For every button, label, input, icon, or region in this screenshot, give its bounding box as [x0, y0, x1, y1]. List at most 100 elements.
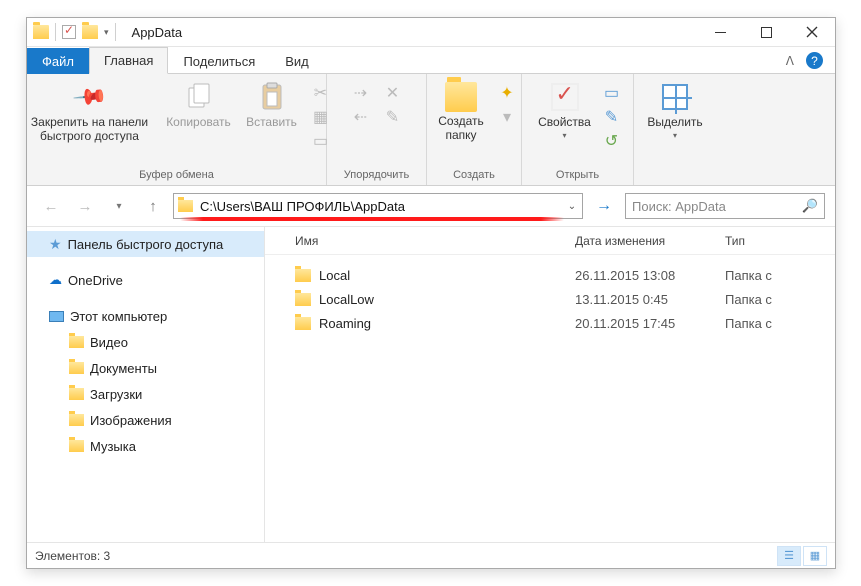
sidebar-downloads-label: Загрузки [90, 387, 142, 402]
delete-button[interactable]: ✕ [380, 82, 406, 104]
sidebar-documents-label: Документы [90, 361, 157, 376]
cloud-icon: ☁ [49, 272, 62, 288]
file-name: Local [319, 268, 350, 283]
copy-icon [183, 81, 215, 113]
nav-back-button[interactable]: ← [37, 193, 65, 219]
view-details-button[interactable]: ☰ [777, 546, 801, 566]
computer-icon [49, 311, 64, 322]
file-date: 26.11.2015 13:08 [575, 268, 725, 283]
group-clipboard-label: Буфер обмена [139, 167, 214, 185]
nav-recent-dropdown[interactable]: ▾ [105, 193, 133, 219]
column-type[interactable]: Тип [725, 234, 835, 248]
new-folder-button[interactable]: Создать папку [428, 78, 494, 143]
sidebar-item-music[interactable]: Музыка [27, 433, 264, 459]
explorer-window: ▾ AppData Файл Главная Поделиться Вид ᐱ … [26, 17, 836, 569]
column-date[interactable]: Дата изменения [575, 234, 725, 248]
quick-access-dropdown-icon[interactable]: ▾ [104, 27, 109, 38]
minimize-button[interactable] [697, 18, 743, 47]
open-button[interactable]: ▭ [599, 82, 625, 104]
sidebar-item-quick-access[interactable]: ★ Панель быстрого доступа [27, 231, 264, 257]
group-organize-label: Упорядочить [344, 167, 409, 185]
new-folder-label: Создать папку [428, 115, 494, 143]
navigation-pane[interactable]: ★ Панель быстрого доступа ☁ OneDrive Это… [27, 227, 265, 542]
search-placeholder: Поиск: AppData [632, 199, 726, 214]
file-row[interactable]: Local 26.11.2015 13:08Папка с [265, 263, 835, 287]
paste-label: Вставить [246, 115, 297, 129]
sidebar-quick-label: Панель быстрого доступа [68, 237, 224, 252]
quick-access-check-icon[interactable] [62, 25, 76, 39]
pin-to-quick-access-button[interactable]: 📌 Закрепить на панели быстрого доступа [20, 78, 160, 144]
folder-icon [69, 388, 84, 400]
sidebar-item-onedrive[interactable]: ☁ OneDrive [27, 267, 264, 293]
file-row[interactable]: Roaming20.11.2015 17:45Папка с [265, 311, 835, 335]
help-icon[interactable]: ? [806, 52, 823, 69]
file-list[interactable]: Имя Дата изменения Тип Local 26.11.2015 1… [265, 227, 835, 542]
select-button[interactable]: Выделить ▾ [639, 78, 711, 140]
properties-button[interactable]: Свойства ▾ [531, 78, 599, 140]
paste-button[interactable]: Вставить [238, 78, 306, 129]
address-bar[interactable]: C:\Users\ВАШ ПРОФИЛЬ\AppData ⌄ [173, 193, 583, 219]
file-row[interactable]: LocalLow13.11.2015 0:45Папка с [265, 287, 835, 311]
maximize-icon [761, 27, 772, 38]
sidebar-item-video[interactable]: Видео [27, 329, 264, 355]
column-name[interactable]: Имя [265, 234, 575, 248]
tab-view[interactable]: Вид [270, 48, 324, 74]
maximize-button[interactable] [743, 18, 789, 47]
group-new-label: Создать [453, 167, 495, 185]
close-button[interactable] [789, 18, 835, 47]
select-icon [659, 81, 691, 113]
sidebar-thispc-label: Этот компьютер [70, 309, 167, 324]
ribbon: 📌 Закрепить на панели быстрого доступа К… [27, 74, 835, 186]
copy-to-button[interactable]: ⇠ [348, 106, 374, 128]
file-name: Roaming [319, 316, 371, 331]
nav-forward-button[interactable]: → [71, 193, 99, 219]
go-button[interactable]: → [589, 193, 619, 219]
folder-icon [69, 414, 84, 426]
sidebar-music-label: Музыка [90, 439, 136, 454]
minimize-icon [715, 27, 726, 38]
properties-icon [549, 81, 581, 113]
sidebar-item-pictures[interactable]: Изображения [27, 407, 264, 433]
ribbon-tabs: Файл Главная Поделиться Вид ᐱ ? [27, 47, 835, 74]
sidebar-item-documents[interactable]: Документы [27, 355, 264, 381]
folder-icon [295, 317, 311, 330]
content-area: ★ Панель быстрого доступа ☁ OneDrive Это… [27, 226, 835, 542]
copy-label: Копировать [166, 115, 231, 129]
file-type: Папка с [725, 268, 835, 283]
sidebar-item-this-pc[interactable]: Этот компьютер [27, 303, 264, 329]
window-title: AppData [132, 25, 183, 40]
file-date: 13.11.2015 0:45 [575, 292, 725, 307]
pin-icon: 📌 [67, 74, 112, 119]
properties-label: Свойства [538, 115, 591, 129]
easy-access-button[interactable]: ▾ [494, 106, 520, 128]
move-to-button[interactable]: ⇢ [348, 82, 374, 104]
folder-icon [295, 269, 311, 282]
edit-button[interactable]: ✎ [599, 106, 625, 128]
new-item-button[interactable]: ✦ [494, 82, 520, 104]
address-folder-icon [174, 200, 196, 212]
sidebar-pictures-label: Изображения [90, 413, 172, 428]
star-icon: ★ [49, 236, 62, 253]
sidebar-onedrive-label: OneDrive [68, 273, 123, 288]
rename-button[interactable]: ✎ [380, 106, 406, 128]
folder-icon [69, 440, 84, 452]
nav-up-button[interactable]: ↑ [139, 193, 167, 219]
history-button[interactable]: ↺ [599, 130, 625, 152]
annotation-underline [180, 217, 564, 221]
sidebar-item-downloads[interactable]: Загрузки [27, 381, 264, 407]
group-open-label: Открыть [556, 167, 599, 185]
collapse-ribbon-icon[interactable]: ᐱ [786, 54, 794, 68]
address-dropdown-icon[interactable]: ⌄ [562, 201, 582, 212]
copy-button[interactable]: Копировать [160, 78, 238, 129]
folder-icon [69, 336, 84, 348]
column-headers[interactable]: Имя Дата изменения Тип [265, 227, 835, 255]
tab-home[interactable]: Главная [89, 47, 168, 74]
search-input[interactable]: Поиск: AppData 🔍 [625, 193, 825, 219]
tab-file[interactable]: Файл [27, 48, 89, 74]
title-bar: ▾ AppData [27, 18, 835, 47]
tab-share[interactable]: Поделиться [168, 48, 270, 74]
view-thumbnails-button[interactable]: ▦ [803, 546, 827, 566]
folder-icon [295, 293, 311, 306]
address-path: C:\Users\ВАШ ПРОФИЛЬ\AppData [196, 199, 562, 214]
address-bar-row: ← → ▾ ↑ C:\Users\ВАШ ПРОФИЛЬ\AppData ⌄ →… [27, 186, 835, 226]
